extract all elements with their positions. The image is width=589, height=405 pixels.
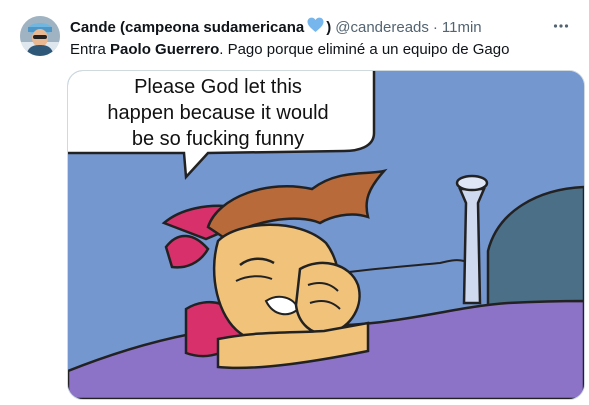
tweet-text-bold: Paolo Guerrero [110,41,220,58]
tweet-text-post: . Pago porque eliminé a un equipo de Gag… [219,41,510,58]
avatar-image [20,16,60,56]
tweet-text: Entra Paolo Guerrero. Pago porque elimin… [70,40,573,60]
timestamp[interactable]: 11min [442,19,482,36]
tweet-text-pre: Entra [70,41,111,58]
separator-dot: · [432,18,438,36]
author-handle[interactable]: @candereads [335,19,429,36]
speech-line: be so fucking funny [131,128,305,150]
more-options-icon[interactable] [549,14,573,38]
blue-heart-icon [307,17,324,37]
speech-bubble-text: Please God let this happen because it wo… [68,71,368,155]
author-name-end: ) [326,18,332,36]
tweet-media[interactable]: Please God let this happen because it wo… [67,70,585,400]
speech-line: Please God let this [134,76,302,98]
author-name[interactable]: Cande (campeona sudamericana [70,19,304,36]
tweet-header: Cande (campeona sudamericana ) @canderea… [70,16,573,38]
speech-line: happen because it would [107,102,329,124]
tweet-card[interactable]: Cande (campeona sudamericana ) @canderea… [0,0,589,405]
profile-avatar[interactable] [20,16,60,56]
